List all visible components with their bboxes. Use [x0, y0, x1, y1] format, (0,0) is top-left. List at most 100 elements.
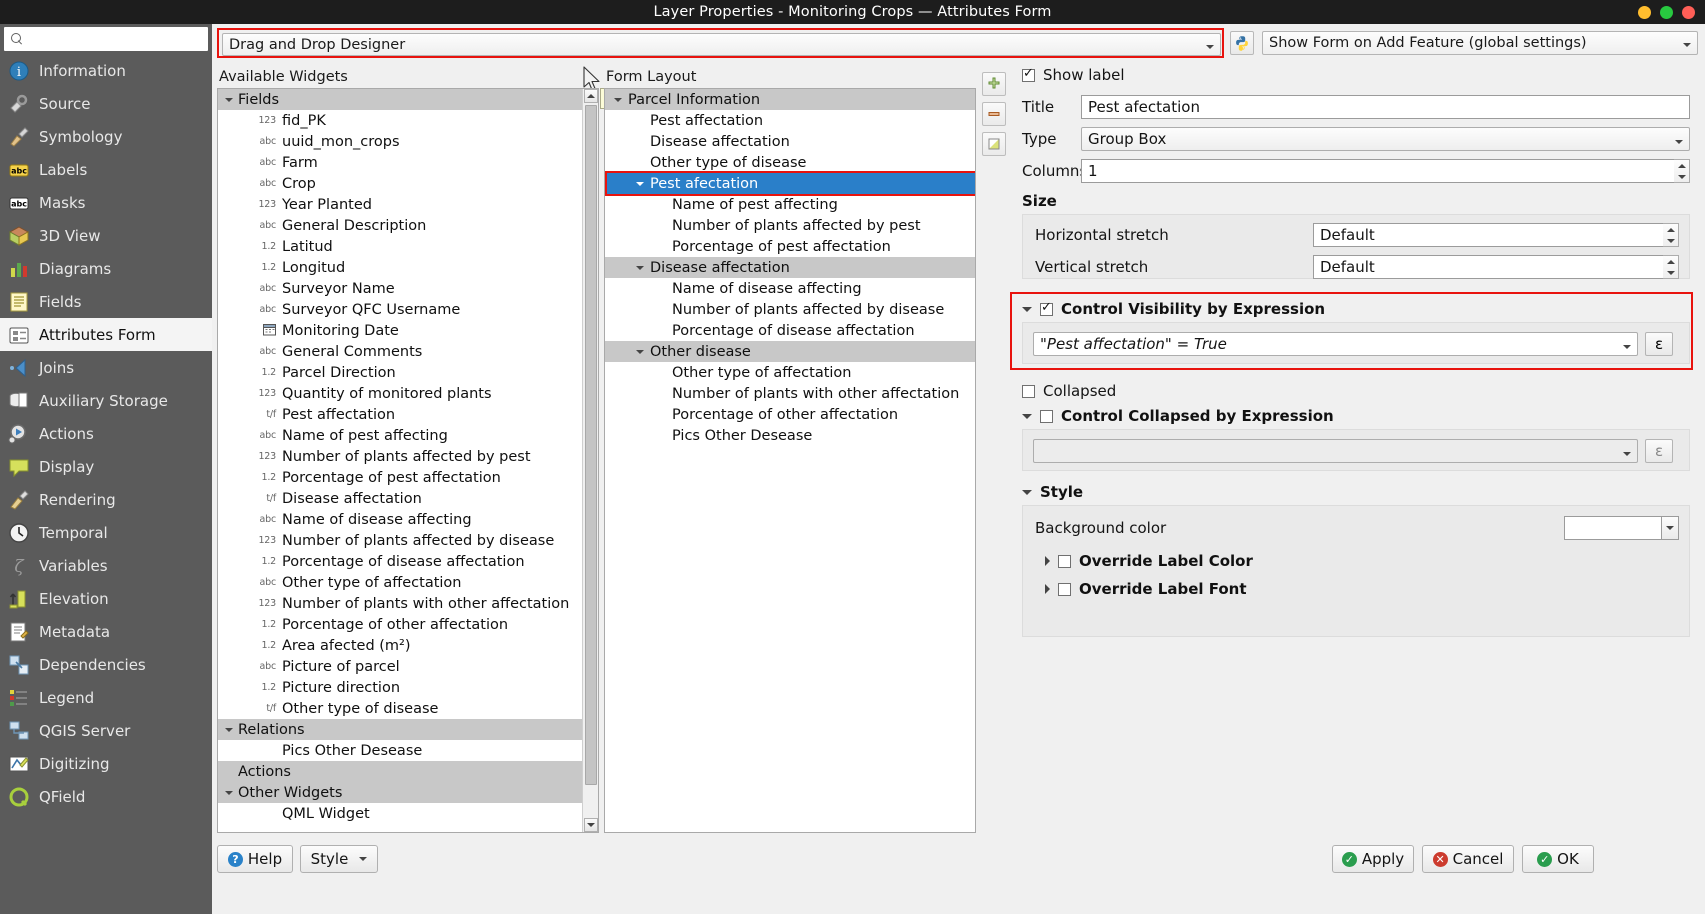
- available-widgets-tree[interactable]: Fields 123 fid_PK abc uuid_mon_crops abc Farm a…: [217, 88, 599, 833]
- sidebar-item-elevation[interactable]: Elevation: [0, 582, 212, 615]
- form-layout-field-row[interactable]: Pics Other Desease: [605, 425, 975, 446]
- widget-field-row[interactable]: abc General Description: [218, 215, 582, 236]
- form-layout-field-row[interactable]: Disease affectation: [605, 131, 975, 152]
- form-layout-field-row[interactable]: Other type of disease: [605, 152, 975, 173]
- control-collapsed-header[interactable]: Control Collapsed by Expression: [1022, 407, 1334, 425]
- form-layout-field-row[interactable]: Porcentage of other affectation: [605, 404, 975, 425]
- form-layout-tree[interactable]: Parcel Information Pest affectation Diseas…: [604, 88, 976, 833]
- horizontal-stretch-input[interactable]: Default: [1313, 223, 1663, 247]
- chevron-down-icon[interactable]: [222, 790, 236, 795]
- chevron-down-icon[interactable]: [611, 97, 625, 102]
- override-label-font-checkbox[interactable]: [1058, 582, 1071, 596]
- vertical-stretch-input[interactable]: Default: [1313, 255, 1663, 279]
- minimize-button[interactable]: [1638, 5, 1651, 19]
- sidebar-item-information[interactable]: i Information: [0, 54, 212, 87]
- sidebar-item-display[interactable]: Display: [0, 450, 212, 483]
- form-layout-group-row[interactable]: Other disease: [605, 341, 975, 362]
- show-label-row[interactable]: Show label: [1022, 66, 1125, 84]
- widget-field-row[interactable]: 1.2 Porcentage of pest affectation: [218, 467, 582, 488]
- control-collapsed-checkbox[interactable]: [1040, 409, 1053, 423]
- background-color-swatch[interactable]: [1564, 516, 1662, 540]
- maximize-button[interactable]: [1660, 5, 1673, 19]
- vertical-stretch-stepper[interactable]: [1663, 255, 1679, 279]
- form-layout-field-row[interactable]: Number of plants with other affectation: [605, 383, 975, 404]
- collapse-arrow-icon[interactable]: [1022, 413, 1032, 419]
- widget-field-row[interactable]: abc Surveyor QFC Username: [218, 299, 582, 320]
- widget-field-row[interactable]: 1.2 Porcentage of disease affectation: [218, 551, 582, 572]
- scroll-thumb[interactable]: [585, 105, 597, 785]
- columns-stepper[interactable]: [1674, 159, 1690, 183]
- chevron-down-icon[interactable]: [633, 181, 647, 186]
- add-container-button[interactable]: [982, 72, 1006, 96]
- widget-field-row[interactable]: abc Farm: [218, 152, 582, 173]
- sidebar-item-source[interactable]: Source: [0, 87, 212, 120]
- scroll-down-button[interactable]: [584, 818, 598, 832]
- sidebar-item-labels[interactable]: abc Labels: [0, 153, 212, 186]
- sidebar-item-symbology[interactable]: Symbology: [0, 120, 212, 153]
- form-layout-field-row[interactable]: Name of pest affecting: [605, 194, 975, 215]
- widget-field-row[interactable]: 123 Number of plants affected by disease: [218, 530, 582, 551]
- form-layout-field-row[interactable]: Porcentage of pest affectation: [605, 236, 975, 257]
- override-label-color-row[interactable]: Override Label Color: [1045, 552, 1253, 570]
- form-layout-selected-row[interactable]: Pest afectation: [605, 173, 975, 194]
- columns-input[interactable]: 1: [1081, 159, 1674, 183]
- collapsed-expression-builder-button[interactable]: ε: [1645, 439, 1673, 463]
- widget-field-row[interactable]: 123 Year Planted: [218, 194, 582, 215]
- sidebar-item-masks[interactable]: abc Masks: [0, 186, 212, 219]
- collapsed-expression-input[interactable]: [1033, 439, 1638, 463]
- form-layout-field-row[interactable]: Number of plants affected by pest: [605, 215, 975, 236]
- help-button[interactable]: ? Help: [217, 845, 293, 873]
- widget-field-row[interactable]: Monitoring Date: [218, 320, 582, 341]
- show-label-checkbox[interactable]: [1022, 66, 1035, 82]
- form-layout-group-row[interactable]: Parcel Information: [605, 89, 975, 110]
- show-form-on-add-feature-combo[interactable]: Show Form on Add Feature (global setting…: [1262, 31, 1698, 55]
- sidebar-item-legend[interactable]: Legend: [0, 681, 212, 714]
- sidebar-item-dependencies[interactable]: Dependencies: [0, 648, 212, 681]
- widget-field-row[interactable]: t/f Other type of disease: [218, 698, 582, 719]
- apply-button[interactable]: ✓ Apply: [1332, 845, 1414, 873]
- horizontal-stretch-stepper[interactable]: [1663, 223, 1679, 247]
- chevron-down-icon[interactable]: [222, 97, 236, 102]
- sidebar-item-3d-view[interactable]: 3D View: [0, 219, 212, 252]
- widget-field-row[interactable]: abc Picture of parcel: [218, 656, 582, 677]
- search-input[interactable]: [28, 30, 198, 48]
- sidebar-item-actions[interactable]: Actions: [0, 417, 212, 450]
- form-layout-field-row[interactable]: Name of disease affecting: [605, 278, 975, 299]
- sidebar-item-attributes-form[interactable]: Attributes Form: [0, 318, 212, 351]
- ok-button[interactable]: ✓ OK: [1522, 845, 1594, 873]
- chevron-down-icon[interactable]: [633, 349, 647, 354]
- cancel-button[interactable]: ✕ Cancel: [1422, 845, 1514, 873]
- sidebar-item-qfield[interactable]: QField: [0, 780, 212, 813]
- sidebar-item-variables[interactable]: ζ Variables: [0, 549, 212, 582]
- widget-field-row[interactable]: abc General Comments: [218, 341, 582, 362]
- title-input[interactable]: Pest afectation: [1081, 95, 1690, 119]
- widget-field-row[interactable]: abc uuid_mon_crops: [218, 131, 582, 152]
- widget-field-row[interactable]: abc Name of pest affecting: [218, 425, 582, 446]
- python-init-button[interactable]: [1230, 31, 1254, 55]
- widget-group-row[interactable]: Fields: [218, 89, 582, 110]
- collapsed-checkbox[interactable]: [1022, 384, 1035, 398]
- collapse-arrow-icon[interactable]: [1022, 306, 1032, 312]
- collapsed-row[interactable]: Collapsed: [1022, 382, 1116, 400]
- widget-field-row[interactable]: 1.2 Area afected (m²): [218, 635, 582, 656]
- widget-field-row[interactable]: abc Name of disease affecting: [218, 509, 582, 530]
- background-color-dropdown-button[interactable]: [1662, 516, 1679, 540]
- style-button[interactable]: Style: [300, 845, 378, 873]
- form-layout-field-row[interactable]: Pest affectation: [605, 110, 975, 131]
- form-layout-group-row[interactable]: Disease affectation: [605, 257, 975, 278]
- invert-selection-button[interactable]: [982, 132, 1006, 156]
- control-visibility-header[interactable]: Control Visibility by Expression: [1022, 300, 1325, 318]
- widget-group-row[interactable]: Relations: [218, 719, 582, 740]
- available-widgets-scrollbar[interactable]: [582, 89, 598, 832]
- sidebar-item-fields[interactable]: Fields: [0, 285, 212, 318]
- type-combo[interactable]: Group Box: [1081, 127, 1690, 151]
- widget-group-row[interactable]: Actions: [218, 761, 582, 782]
- sidebar-item-diagrams[interactable]: Diagrams: [0, 252, 212, 285]
- search-box[interactable]: [4, 27, 208, 51]
- sidebar-item-auxiliary-storage[interactable]: Auxiliary Storage: [0, 384, 212, 417]
- widget-field-row[interactable]: 1.2 Longitud: [218, 257, 582, 278]
- sidebar-item-metadata[interactable]: Metadata: [0, 615, 212, 648]
- control-visibility-checkbox[interactable]: [1040, 300, 1053, 316]
- visibility-expression-input[interactable]: "Pest affectation" = True: [1033, 332, 1638, 356]
- widget-field-row[interactable]: t/f Disease affectation: [218, 488, 582, 509]
